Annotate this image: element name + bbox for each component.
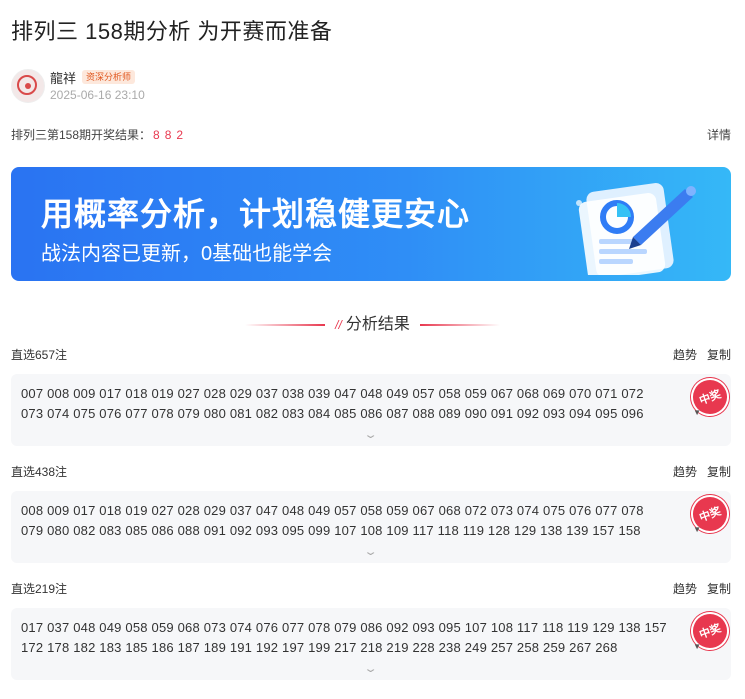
trend-button[interactable]: 趋势: [673, 582, 697, 596]
heading-line-left: [245, 323, 326, 326]
numbers-text: 007 008 009 017 018 019 027 028 029 037 …: [21, 386, 644, 421]
draw-result: 排列三第158期开奖结果： 8 8 2: [11, 126, 186, 143]
dropdown-arrow-icon[interactable]: ▼: [693, 408, 701, 417]
avatar[interactable]: [11, 69, 45, 103]
expand-chevron-icon[interactable]: ⌄: [363, 428, 378, 441]
numbers-box: 017 037 048 049 058 059 068 073 074 076 …: [11, 606, 735, 680]
detail-link[interactable]: 详情: [707, 126, 731, 143]
author-name[interactable]: 龍祥: [50, 68, 76, 87]
draw-number: 2: [176, 128, 187, 142]
heading-slash-mark: //: [335, 318, 342, 332]
copy-button[interactable]: 复制: [707, 465, 731, 479]
numbers-box: 008 009 017 018 019 027 028 029 037 047 …: [11, 489, 735, 563]
section-title-text: 分析结果: [345, 316, 410, 333]
author-block: 龍祥 资深分析师 2025-06-16 23:10: [11, 69, 145, 103]
dropdown-arrow-icon[interactable]: ▼: [693, 642, 701, 651]
analysis-group: 直选657注 趋势 复制 007 008 009 017 018 019 027 …: [11, 346, 735, 446]
draw-number: 8: [153, 128, 163, 142]
group-actions: 趋势 复制: [663, 346, 731, 366]
author-badge: 资深分析师: [82, 70, 136, 84]
group-actions: 趋势 复制: [663, 463, 731, 483]
group-label: 直选219注: [11, 582, 68, 596]
expand-chevron-icon[interactable]: ⌄: [363, 545, 378, 558]
publish-time: 2025-06-16 23:10: [50, 88, 145, 102]
group-header: 直选657注 趋势 复制: [11, 346, 731, 366]
banner-subtitle: 战法内容已更新，0基础也能学会: [41, 243, 333, 265]
trend-button[interactable]: 趋势: [673, 465, 697, 479]
author-info: 龍祥 资深分析师 2025-06-16 23:10: [50, 69, 145, 102]
heading-line-right: [419, 323, 500, 326]
section-heading: //分析结果: [0, 310, 745, 334]
analysis-group: 直选438注 趋势 复制 008 009 017 018 019 027 028 …: [11, 463, 735, 563]
draw-result-row: 排列三第158期开奖结果： 8 8 2 详情: [11, 126, 731, 143]
expand-chevron-icon[interactable]: ⌄: [363, 662, 378, 675]
numbers-text: 008 009 017 018 019 027 028 029 037 047 …: [21, 503, 644, 538]
dropdown-arrow-icon[interactable]: ▼: [693, 525, 701, 534]
trend-button[interactable]: 趋势: [673, 348, 697, 362]
draw-number: 8: [164, 128, 175, 142]
group-header: 直选219注 趋势 复制: [11, 580, 731, 600]
article-page: 排列三 158期分析 为开赛而准备 龍祥 资深分析师 2025-06-16 23…: [0, 0, 745, 699]
group-header: 直选438注 趋势 复制: [11, 463, 731, 483]
banner-title: 用概率分析，计划稳健更安心: [41, 196, 471, 232]
author-name-row: 龍祥 资深分析师: [50, 68, 145, 87]
draw-result-label: 排列三第158期开奖结果：: [11, 128, 152, 142]
document-pen-illustration: [576, 183, 696, 275]
page-title: 排列三 158期分析 为开赛而准备: [11, 19, 333, 44]
numbers-text: 017 037 048 049 058 059 068 073 074 076 …: [21, 620, 667, 655]
group-label: 直选438注: [11, 465, 68, 479]
avatar-dot: [25, 83, 31, 89]
draw-result-numbers: 882: [151, 128, 186, 142]
group-label: 直选657注: [11, 348, 68, 362]
promo-banner[interactable]: 用概率分析，计划稳健更安心 战法内容已更新，0基础也能学会: [11, 167, 731, 281]
analysis-group: 直选219注 趋势 复制 017 037 048 049 058 059 068 …: [11, 580, 735, 680]
numbers-box: 007 008 009 017 018 019 027 028 029 037 …: [11, 372, 735, 446]
group-actions: 趋势 复制: [663, 580, 731, 600]
copy-button[interactable]: 复制: [707, 348, 731, 362]
copy-button[interactable]: 复制: [707, 582, 731, 596]
